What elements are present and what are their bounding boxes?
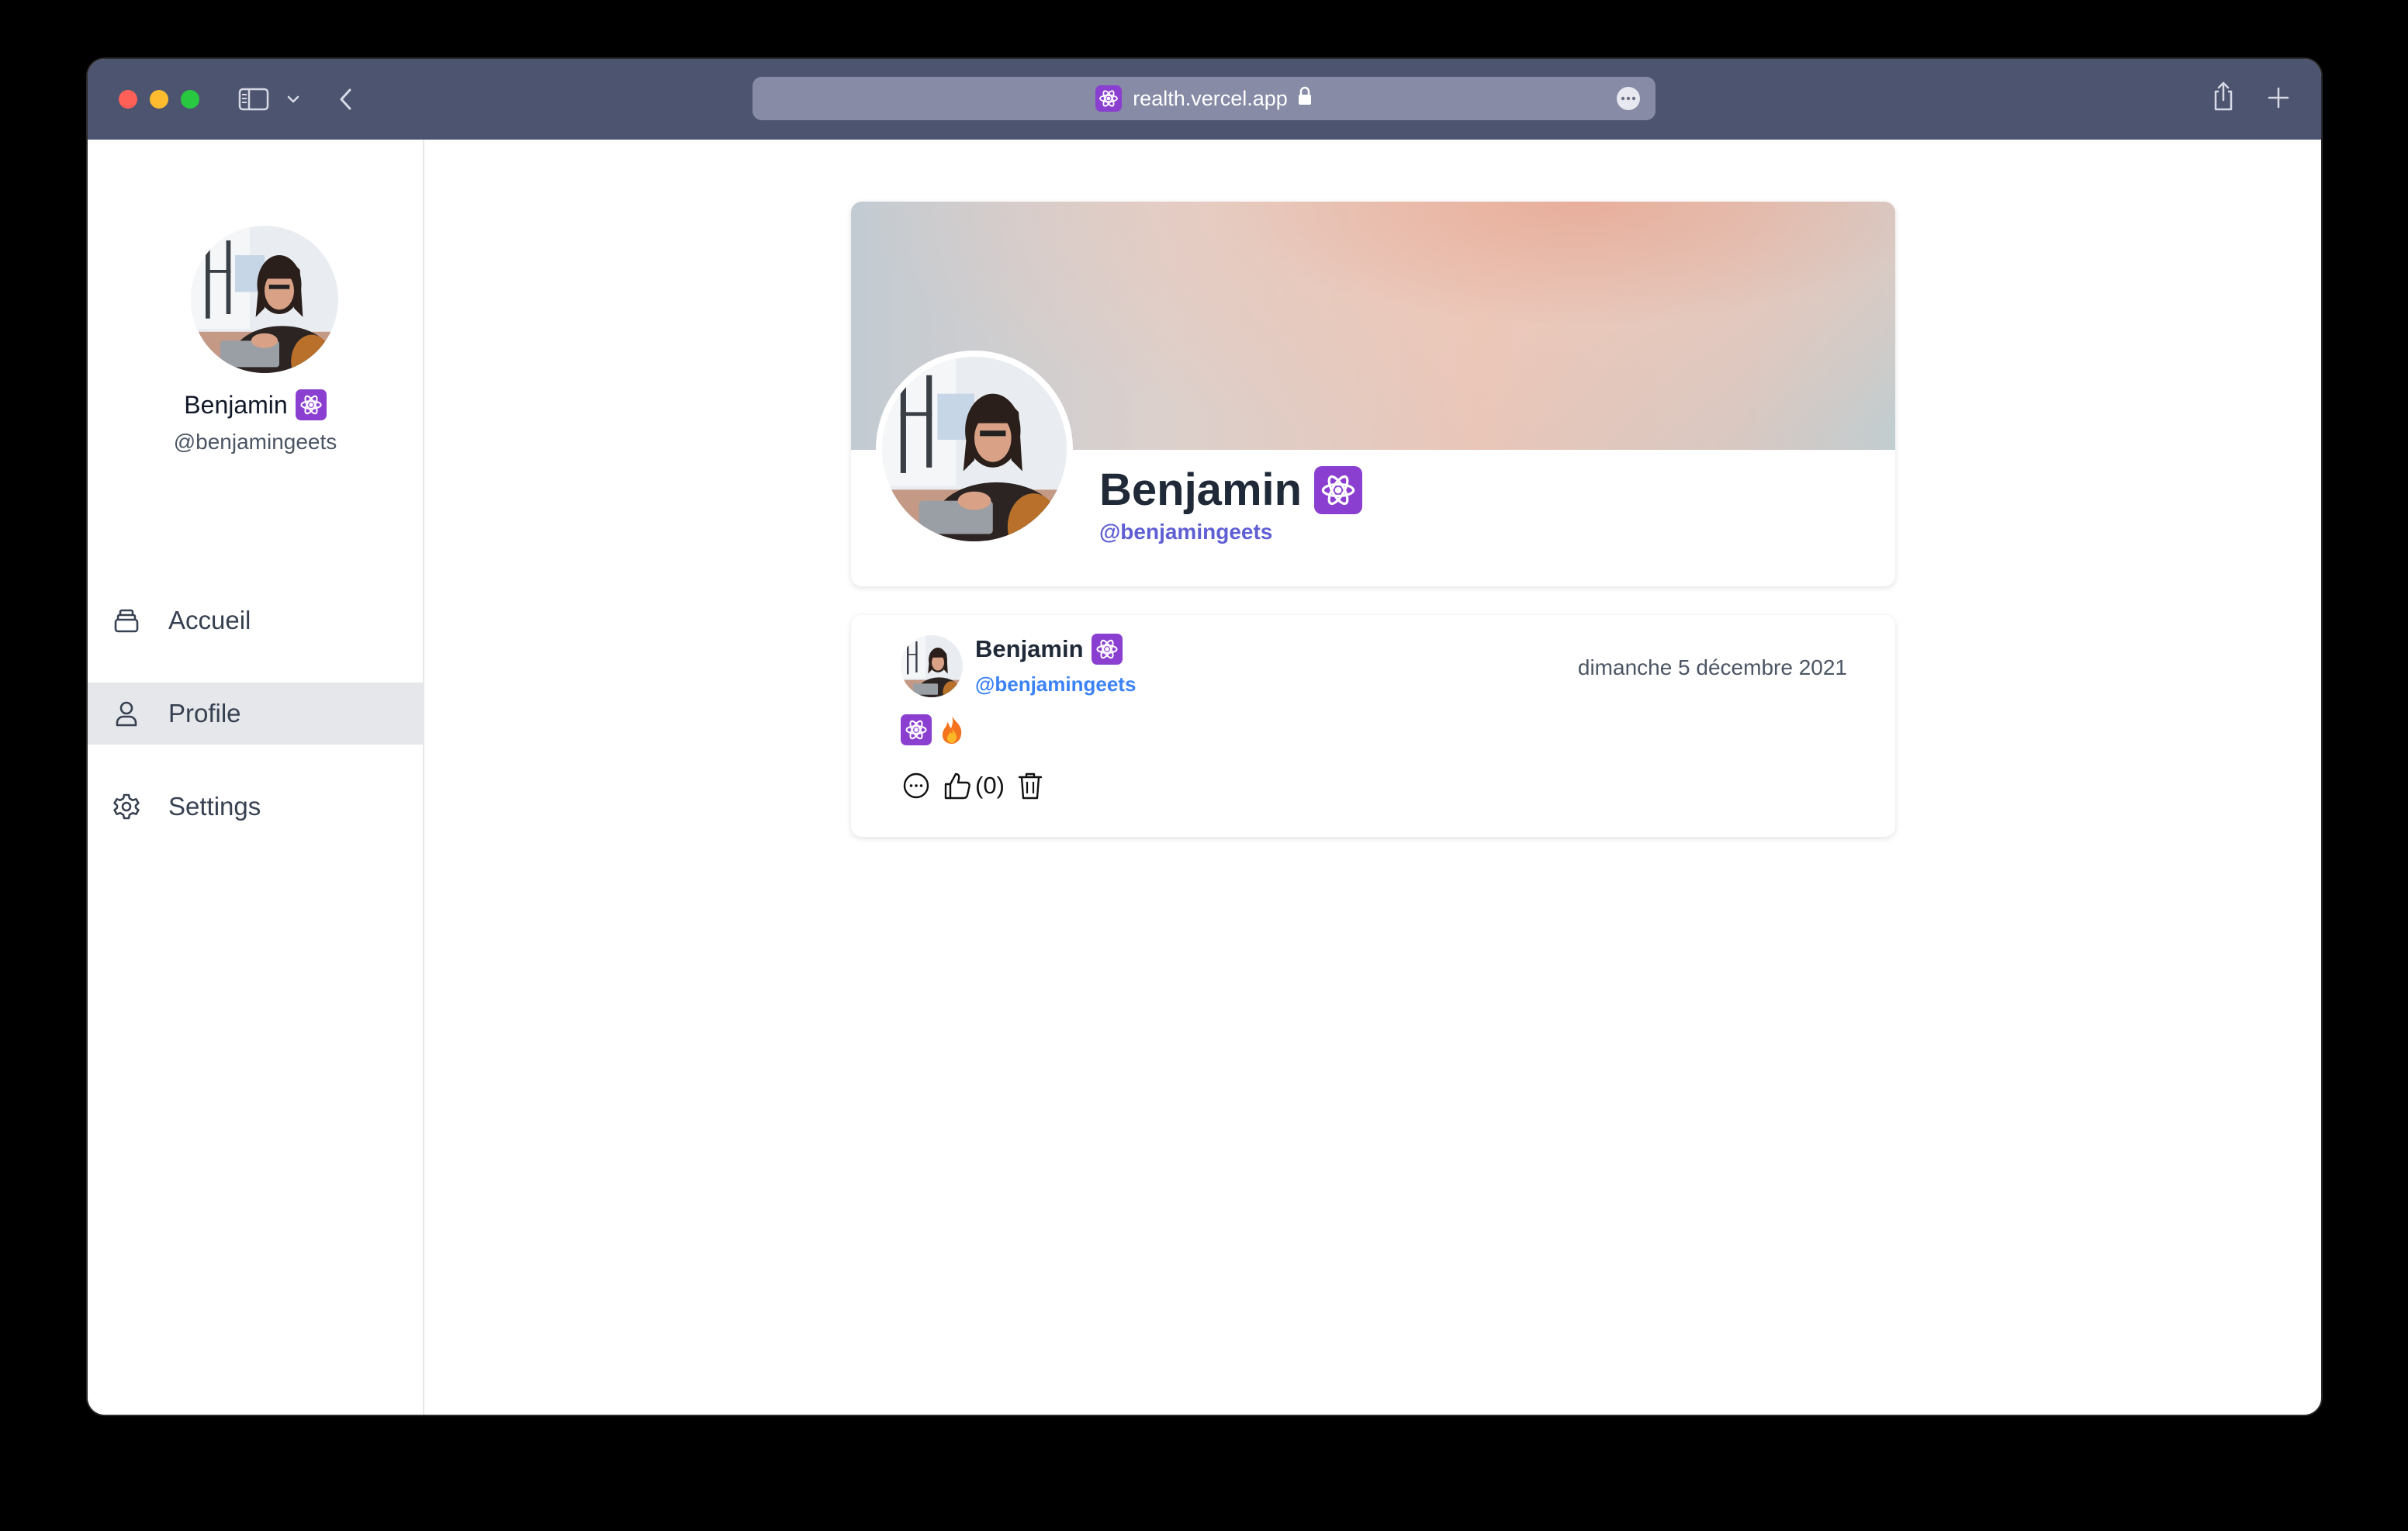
like-count: (0) (975, 772, 1005, 799)
lock-icon (1297, 86, 1313, 112)
sidebar-user-name: Benjamin (88, 389, 423, 420)
browser-window: realth.vercel.app Benjamin @benjamingeet… (88, 59, 2321, 1415)
address-bar[interactable]: realth.vercel.app (752, 77, 1656, 120)
more-options-icon[interactable] (1617, 87, 1640, 110)
stack-icon (112, 607, 140, 634)
new-tab-icon[interactable] (2266, 85, 2291, 110)
sidebar-item-profile[interactable]: Profile (88, 683, 423, 745)
user-icon (112, 700, 140, 727)
atom-icon (901, 714, 932, 745)
avatar[interactable] (191, 226, 338, 373)
atom-icon (1091, 634, 1123, 665)
thumbs-up-icon (943, 770, 972, 801)
fire-icon (938, 714, 966, 745)
atom-icon (295, 389, 327, 420)
browser-toolbar: realth.vercel.app (88, 59, 2321, 140)
post-author: Benjamin (975, 634, 1123, 665)
profile-avatar[interactable] (876, 351, 1073, 548)
post-content (901, 714, 966, 745)
minimize-window-button[interactable] (150, 90, 168, 109)
close-window-button[interactable] (119, 90, 137, 109)
chevron-down-icon[interactable] (285, 93, 302, 105)
post-author-name: Benjamin (975, 635, 1084, 662)
sidebar-user-handle: @benjamingeets (173, 430, 337, 454)
user-name: Benjamin (184, 390, 288, 419)
post-avatar[interactable] (901, 635, 963, 697)
sidebar-item-label: Accueil (168, 606, 251, 634)
profile-name-text: Benjamin (1099, 465, 1303, 515)
comment-icon[interactable] (901, 770, 932, 801)
post-date: dimanche 5 décembre 2021 (1577, 655, 1847, 679)
share-icon[interactable] (2209, 79, 2237, 113)
sidebar-item-settings[interactable]: Settings (88, 776, 423, 838)
profile-handle[interactable]: @benjamingeets (1099, 520, 1272, 544)
gear-icon (112, 793, 140, 821)
post-card: Benjamin @benjamingeets dimanche 5 décem… (851, 615, 1895, 837)
post-author-handle[interactable]: @benjamingeets (975, 672, 1136, 696)
url-text: realth.vercel.app (1133, 86, 1288, 110)
trash-icon[interactable] (1017, 770, 1043, 801)
sidebar-toggle-icon[interactable] (238, 87, 269, 112)
sidebar-item-label: Profile (168, 699, 241, 727)
sidebar-item-label: Settings (168, 792, 261, 821)
post-actions: (0) (901, 770, 1043, 801)
zoom-window-button[interactable] (181, 90, 199, 109)
atom-icon (1095, 85, 1123, 112)
sidebar: Benjamin @benjamingeets Accueil Profile … (88, 140, 424, 1415)
profile-name: Benjamin (1099, 464, 1363, 516)
sidebar-item-accueil[interactable]: Accueil (88, 589, 423, 651)
like-button[interactable]: (0) (943, 770, 1005, 801)
atom-icon (1314, 465, 1363, 514)
back-arrow-icon[interactable] (334, 85, 358, 113)
profile-card: Benjamin @benjamingeets (851, 202, 1895, 586)
